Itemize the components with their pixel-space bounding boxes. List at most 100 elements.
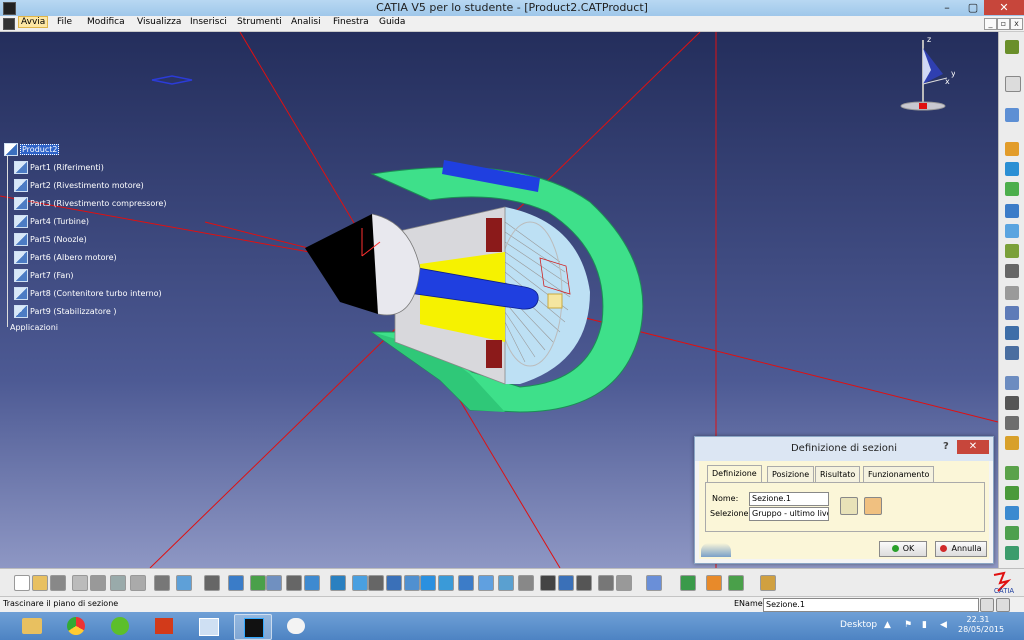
toolbar-icon-21[interactable]: [1005, 506, 1019, 520]
compass-icon[interactable]: z y x: [895, 34, 955, 114]
bottom-toolbar-icon-32[interactable]: [646, 575, 662, 591]
tab-definizione[interactable]: Definizione: [707, 465, 762, 483]
bottom-toolbar-icon-14[interactable]: [286, 575, 302, 591]
menu-finestra[interactable]: Finestra: [333, 17, 369, 27]
minimize-button[interactable]: –: [934, 0, 960, 15]
bottom-toolbar-icon-3[interactable]: [50, 575, 66, 591]
tree-item-part7[interactable]: Part7 (Fan): [14, 269, 74, 282]
toolbar-icon-11[interactable]: [1005, 286, 1019, 300]
clock[interactable]: 22.31 28/05/2015: [958, 615, 1004, 635]
toolbar-icon-9[interactable]: [1005, 244, 1019, 258]
menu-modifica[interactable]: Modifica: [87, 17, 125, 27]
mdi-restore-button[interactable]: ▫: [997, 18, 1010, 30]
dialog-close-button[interactable]: ✕: [957, 440, 989, 454]
maximize-button[interactable]: ▢: [960, 0, 986, 15]
bottom-toolbar-icon-9[interactable]: [176, 575, 192, 591]
tab-posizione[interactable]: Posizione: [767, 466, 815, 482]
toolbar-icon-20[interactable]: [1005, 486, 1019, 500]
bottom-toolbar-icon-2[interactable]: [32, 575, 48, 591]
bottom-toolbar-icon-33[interactable]: [680, 575, 696, 591]
remote-desktop-icon[interactable]: [190, 614, 226, 638]
bottom-toolbar-icon-25[interactable]: [498, 575, 514, 591]
tray-chevron-icon[interactable]: ▲: [884, 620, 891, 630]
tree-item-part8[interactable]: Part8 (Contenitore turbo interno): [14, 287, 162, 300]
tree-item-part9[interactable]: Part9 (Stabilizzatore ): [14, 305, 116, 318]
command-options-icon[interactable]: [996, 598, 1010, 612]
network-icon[interactable]: ▮: [922, 620, 927, 630]
toolbar-icon-14[interactable]: [1005, 346, 1019, 360]
bottom-toolbar-icon-23[interactable]: [458, 575, 474, 591]
tree-item-part5[interactable]: Part5 (Noozle): [14, 233, 87, 246]
document-icon[interactable]: [3, 18, 15, 30]
toolbar-icon-12[interactable]: [1005, 306, 1019, 320]
bottom-toolbar-icon-6[interactable]: [110, 575, 126, 591]
bottom-toolbar-icon-35[interactable]: [728, 575, 744, 591]
bottom-toolbar-icon-22[interactable]: [438, 575, 454, 591]
volume-icon[interactable]: ◀: [940, 620, 947, 630]
bottom-toolbar-icon-26[interactable]: [518, 575, 534, 591]
tree-item-part4[interactable]: Part4 (Turbine): [14, 215, 89, 228]
selection-input[interactable]: Gruppo - ultimo live: [749, 507, 829, 521]
bottom-toolbar-icon-19[interactable]: [386, 575, 402, 591]
tree-item-part2[interactable]: Part2 (Rivestimento motore): [14, 179, 144, 192]
menu-strumenti[interactable]: Strumenti: [237, 17, 282, 27]
toolbar-product-icon[interactable]: [1005, 40, 1019, 54]
toolbar-icon-23[interactable]: [1005, 546, 1019, 560]
toolbar-icon-5[interactable]: [1005, 162, 1019, 176]
tree-item-part1[interactable]: Part1 (Riferimenti): [14, 161, 104, 174]
media-app-icon[interactable]: [146, 614, 182, 638]
explorer-icon[interactable]: [14, 614, 50, 638]
toolbar-icon-15[interactable]: [1005, 376, 1019, 390]
bottom-toolbar-icon-24[interactable]: [478, 575, 494, 591]
chrome-icon[interactable]: [58, 614, 94, 638]
tree-item-applicazioni[interactable]: Applicazioni: [10, 323, 58, 335]
dialog-title-bar[interactable]: Definizione di sezioni ? ✕: [695, 437, 993, 461]
toolbar-icon-7[interactable]: [1005, 204, 1019, 218]
mdi-minimize-button[interactable]: _: [984, 18, 997, 30]
catia-taskbar-icon[interactable]: [234, 614, 272, 640]
menu-avvia[interactable]: Avvia: [18, 16, 49, 28]
bottom-toolbar-icon-29[interactable]: [576, 575, 592, 591]
toolbar-icon-16[interactable]: [1005, 396, 1019, 410]
bottom-toolbar-icon-18[interactable]: [368, 575, 384, 591]
cancel-button[interactable]: Annulla: [935, 541, 987, 557]
toolbar-icon-18[interactable]: [1005, 436, 1019, 450]
tab-funzionamento[interactable]: Funzionamento: [863, 466, 935, 482]
bottom-toolbar-icon-21[interactable]: [420, 575, 436, 591]
ok-button[interactable]: OK: [879, 541, 927, 557]
bottom-toolbar-icon-16[interactable]: [330, 575, 346, 591]
bottom-toolbar-icon-34[interactable]: [706, 575, 722, 591]
bottom-toolbar-icon-13[interactable]: [266, 575, 282, 591]
bottom-toolbar-icon-8[interactable]: [154, 575, 170, 591]
toolbar-icon-13[interactable]: [1005, 326, 1019, 340]
menu-visualizza[interactable]: Visualizza: [137, 17, 181, 27]
bottom-toolbar-icon-31[interactable]: [616, 575, 632, 591]
bottom-toolbar-icon-1[interactable]: [14, 575, 30, 591]
mdi-close-button[interactable]: x: [1010, 18, 1023, 30]
bottom-toolbar-icon-15[interactable]: [304, 575, 320, 591]
tree-item-part3[interactable]: Part3 (Rivestimento compressore): [14, 197, 166, 210]
bottom-toolbar-icon-5[interactable]: [90, 575, 106, 591]
tree-item-part6[interactable]: Part6 (Albero motore): [14, 251, 117, 264]
tab-risultato[interactable]: Risultato: [815, 466, 861, 482]
paint-icon[interactable]: [278, 614, 314, 638]
bottom-toolbar-icon-30[interactable]: [598, 575, 614, 591]
bottom-toolbar-icon-12[interactable]: [250, 575, 266, 591]
desktop-toolbar-label[interactable]: Desktop: [840, 620, 877, 630]
bottom-toolbar-icon-7[interactable]: [130, 575, 146, 591]
toolbar-icon-19[interactable]: [1005, 466, 1019, 480]
menu-guida[interactable]: Guida: [379, 17, 405, 27]
command-icon[interactable]: [980, 598, 994, 612]
close-button[interactable]: ✕: [984, 0, 1024, 15]
toolbar-icon-22[interactable]: [1005, 526, 1019, 540]
plane-normal-icon[interactable]: [840, 497, 858, 515]
bottom-toolbar-icon-20[interactable]: [404, 575, 420, 591]
toolbar-icon-10[interactable]: [1005, 264, 1019, 278]
flag-icon[interactable]: ⚑: [904, 620, 912, 630]
section-clipping-icon[interactable]: [864, 497, 882, 515]
tree-root[interactable]: Product2: [4, 143, 60, 156]
menu-file[interactable]: File: [57, 17, 72, 27]
menu-inserisci[interactable]: Inserisci: [190, 17, 227, 27]
bottom-toolbar-icon-4[interactable]: [72, 575, 88, 591]
toolbar-icon-6[interactable]: [1005, 182, 1019, 196]
